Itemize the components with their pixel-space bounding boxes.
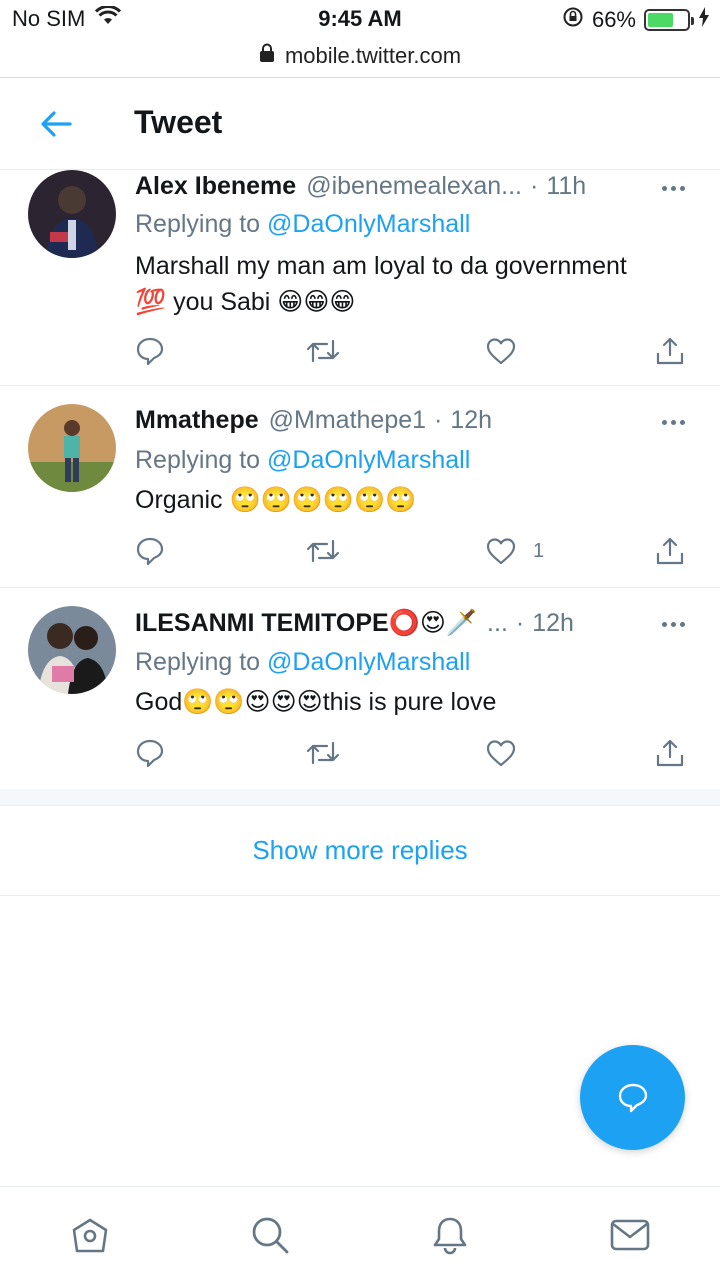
- tweet-text-line: Organic 🙄🙄🙄🙄🙄🙄: [135, 486, 417, 514]
- reply-button[interactable]: [135, 536, 165, 566]
- avatar[interactable]: [28, 170, 116, 258]
- more-icon[interactable]: [658, 178, 688, 198]
- replying-to: Replying to @DaOnlyMarshall: [135, 210, 470, 239]
- tweet-actions: 1: [135, 536, 692, 568]
- messages-icon: [610, 1219, 650, 1251]
- share-icon: [656, 337, 684, 365]
- separator-dot: ·: [515, 609, 525, 637]
- like-button[interactable]: 1: [485, 536, 544, 566]
- author-handle[interactable]: ...: [487, 609, 508, 638]
- nav-search[interactable]: [248, 1213, 292, 1257]
- section-divider: [0, 789, 720, 806]
- reply-button[interactable]: [135, 738, 165, 768]
- reply-icon: [136, 739, 164, 768]
- tweet-text-line: Marshall my man am loyal to da governmen…: [135, 252, 627, 280]
- charging-icon: [698, 7, 710, 33]
- tweet-text: Marshall my man am loyal to da governmen…: [135, 248, 692, 320]
- retweet-icon: [306, 741, 340, 765]
- tweet-text: God🙄🙄😍😍😍this is pure love: [135, 684, 692, 720]
- tweet-reply[interactable]: ILESANMI TEMITOPE⭕😍🗡️ ... · 12h Replying…: [0, 588, 720, 789]
- tweet-header: Alex Ibeneme @ibenemealexan... · 11h: [135, 172, 692, 204]
- tweet-reply[interactable]: Mmathepe @Mmathepe1 · 12h Replying to @D…: [0, 386, 720, 588]
- bottom-nav: [0, 1186, 720, 1280]
- mention-link[interactable]: @DaOnlyMarshall: [267, 446, 470, 474]
- like-icon: [486, 740, 516, 767]
- timestamp[interactable]: 11h: [546, 172, 586, 201]
- search-icon: [252, 1217, 289, 1254]
- home-icon: [72, 1218, 108, 1253]
- share-icon: [656, 537, 684, 565]
- retweet-button[interactable]: [305, 536, 341, 566]
- retweet-button[interactable]: [305, 738, 341, 768]
- lock-icon: [259, 43, 275, 69]
- nav-notifications[interactable]: [428, 1213, 472, 1257]
- tweet-actions: [135, 738, 692, 770]
- reply-icon: [136, 537, 164, 566]
- share-button[interactable]: [655, 738, 685, 768]
- like-icon: [486, 338, 516, 365]
- replying-prefix: Replying to: [135, 648, 268, 676]
- avatar[interactable]: [28, 404, 116, 492]
- like-count: 1: [533, 539, 545, 562]
- page-header: Tweet: [0, 78, 720, 170]
- reply-button[interactable]: [135, 336, 165, 366]
- separator-dot: ·: [529, 172, 539, 200]
- replying-to: Replying to @DaOnlyMarshall: [135, 648, 470, 677]
- status-bar: No SIM 9:45 AM 66%: [0, 0, 720, 40]
- battery-icon: [644, 9, 694, 31]
- like-button[interactable]: [485, 738, 533, 768]
- nav-messages[interactable]: [608, 1213, 652, 1257]
- mention-link[interactable]: @DaOnlyMarshall: [267, 648, 470, 676]
- share-button[interactable]: [655, 336, 685, 366]
- tweet-text-line: God🙄🙄😍😍😍this is pure love: [135, 688, 497, 716]
- tweet-actions: [135, 336, 692, 368]
- notifications-icon: [433, 1217, 467, 1255]
- timestamp[interactable]: 12h: [450, 406, 492, 435]
- page-title: Tweet: [134, 104, 223, 140]
- battery-level: [648, 13, 674, 27]
- tweet-text-line: 💯 you Sabi 😁😁😁: [135, 288, 356, 316]
- timestamp[interactable]: 12h: [532, 609, 574, 638]
- tweet-text: Organic 🙄🙄🙄🙄🙄🙄: [135, 482, 692, 518]
- retweet-icon: [306, 539, 340, 563]
- author-handle[interactable]: @Mmathepe1: [269, 406, 426, 435]
- more-icon[interactable]: [658, 614, 688, 634]
- mention-link[interactable]: @DaOnlyMarshall: [267, 210, 470, 238]
- compose-button[interactable]: [580, 1045, 685, 1150]
- back-button[interactable]: [36, 104, 76, 144]
- replying-to: Replying to @DaOnlyMarshall: [135, 446, 470, 475]
- author-name[interactable]: ILESANMI TEMITOPE⭕😍🗡️: [135, 608, 477, 638]
- like-icon: [486, 538, 516, 565]
- replying-prefix: Replying to: [135, 210, 268, 238]
- share-button[interactable]: [655, 536, 685, 566]
- nav-home[interactable]: [68, 1213, 112, 1257]
- separator-dot: ·: [434, 406, 443, 434]
- like-button[interactable]: [485, 336, 533, 366]
- author-handle[interactable]: @ibenemealexan...: [306, 172, 522, 201]
- compose-icon: [618, 1083, 647, 1112]
- author-name[interactable]: Alex Ibeneme: [135, 172, 296, 201]
- status-right: 66%: [562, 6, 710, 34]
- tweet-header: ILESANMI TEMITOPE⭕😍🗡️ ... · 12h: [135, 608, 692, 640]
- avatar[interactable]: [28, 606, 116, 694]
- url-text: mobile.twitter.com: [284, 43, 462, 68]
- battery-percent: 66%: [591, 7, 636, 32]
- reply-icon: [136, 337, 164, 366]
- tweet-reply[interactable]: Alex Ibeneme @ibenemealexan... · 11h Rep…: [0, 170, 720, 386]
- more-icon[interactable]: [658, 412, 688, 432]
- author-name[interactable]: Mmathepe: [135, 406, 259, 435]
- share-icon: [656, 739, 684, 767]
- url-bar[interactable]: mobile.twitter.com: [0, 38, 720, 74]
- retweet-button[interactable]: [305, 336, 341, 366]
- retweet-icon: [306, 339, 340, 363]
- replying-prefix: Replying to: [135, 446, 268, 474]
- back-arrow-icon: [41, 111, 72, 137]
- rotation-lock-icon: [562, 6, 584, 34]
- show-more-replies-button[interactable]: Show more replies: [0, 806, 720, 896]
- tweet-header: Mmathepe @Mmathepe1 · 12h: [135, 406, 692, 438]
